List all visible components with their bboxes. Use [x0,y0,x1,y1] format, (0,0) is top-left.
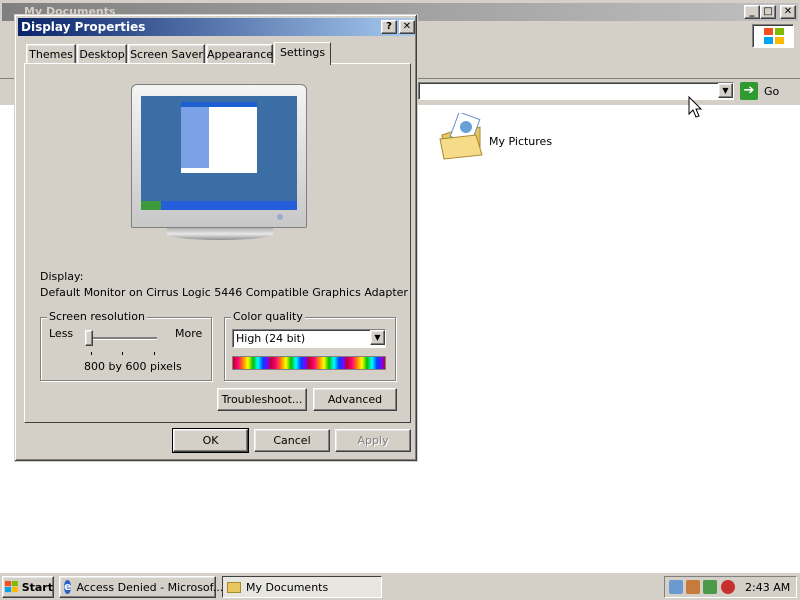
slider-tick [91,352,92,355]
ok-button[interactable]: OK [172,428,249,453]
tab-desktop[interactable]: Desktop [77,44,127,64]
tab-appearance[interactable]: Appearance [206,44,273,64]
color-quality-select[interactable]: High (24 bit) ▼ [232,329,386,348]
tab-themes[interactable]: Themes [26,44,76,64]
taskbar: Start e Access Denied - Microsof... My D… [0,572,800,600]
address-input[interactable]: ▼ [418,82,734,100]
power-led-icon [277,214,283,220]
screen-resolution-title: Screen resolution [47,310,147,323]
dialog-titlebar[interactable]: Display Properties ? ✕ [18,18,415,36]
tab-settings[interactable]: Settings [274,42,331,65]
resolution-slider-thumb[interactable] [85,330,93,346]
system-tray: 2:43 AM [664,576,797,598]
cancel-button[interactable]: Cancel [254,429,330,452]
windows-logo [752,24,794,48]
display-adapter-text: Default Monitor on Cirrus Logic 5446 Com… [40,286,408,299]
color-quality-group: Color quality High (24 bit) ▼ [224,310,396,381]
task-ie[interactable]: e Access Denied - Microsof... [59,576,223,598]
start-label: Start [21,580,53,594]
color-spectrum-bar [232,356,386,370]
network-icon[interactable] [669,580,683,594]
address-dropdown-button[interactable]: ▼ [718,83,733,98]
monitor-preview [131,84,309,244]
resolution-slider-track [89,337,157,340]
windows-flag-icon [5,581,18,593]
resolution-less-label: Less [49,327,74,340]
color-quality-dropdown-button[interactable]: ▼ [370,330,385,345]
monitor-bezel [131,84,307,228]
minimize-button[interactable]: _ [744,5,760,19]
task-label: Access Denied - Microsof... [76,580,224,594]
tab-screen-saver[interactable]: Screen Saver [128,44,205,64]
slider-tick [154,352,155,355]
troubleshoot-button[interactable]: Troubleshoot... [217,388,307,411]
resolution-value: 800 by 600 pixels [84,360,182,373]
clock[interactable]: 2:43 AM [745,581,790,594]
task-my-documents[interactable]: My Documents [222,576,382,598]
help-button[interactable]: ? [381,20,397,34]
apply-button[interactable]: Apply [335,429,411,452]
preview-taskbar [141,201,297,210]
maximize-button[interactable]: □ [760,5,776,19]
settings-panel: Display: Default Monitor on Cirrus Logic… [24,63,411,423]
explorer-close-button[interactable]: ✕ [780,5,796,19]
preview-screen [141,96,297,210]
preview-start-button [141,201,161,210]
slider-tick [122,352,123,355]
go-arrow-icon: ➔ [740,82,758,100]
tools-icon[interactable] [686,580,700,594]
task-label: My Documents [246,580,329,594]
color-quality-title: Color quality [231,310,305,323]
list-item-label: My Pictures [489,135,553,148]
go-button[interactable]: ➔ Go [740,81,790,101]
mouse-cursor-icon [688,96,703,118]
dialog-close-button[interactable]: ✕ [399,20,415,34]
folder-icon [227,581,241,593]
shield-icon[interactable] [721,580,735,594]
internet-explorer-icon: e [64,580,72,594]
display-label: Display: [40,270,84,283]
display-properties-dialog: Display Properties ? ✕ Themes Desktop Sc… [14,14,418,462]
screen-resolution-group: Screen resolution Less More 800 by 600 p… [40,310,212,381]
go-label: Go [764,84,780,98]
preview-window [181,102,257,173]
monitor-stand [167,228,273,240]
security-icon[interactable] [703,580,717,594]
start-button[interactable]: Start [2,576,54,598]
color-quality-value: High (24 bit) [236,332,306,345]
my-pictures-folder-icon [439,113,483,160]
preview-sidebar [181,107,209,168]
dialog-title: Display Properties [21,20,146,34]
resolution-more-label: More [175,327,203,340]
list-item[interactable]: My Pictures [438,113,638,163]
advanced-button[interactable]: Advanced [313,388,397,411]
